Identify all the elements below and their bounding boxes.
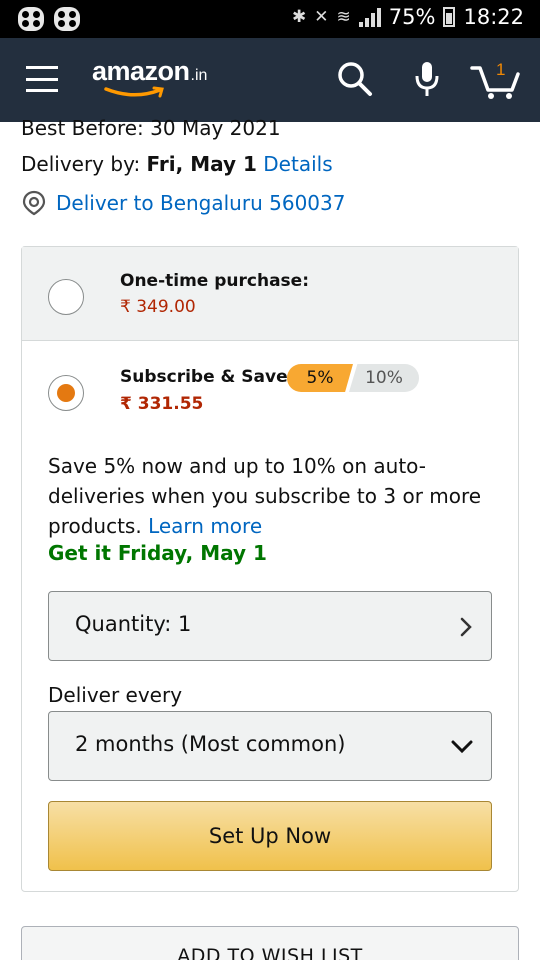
battery-percent: 75% — [388, 5, 436, 29]
subscribe-description: Save 5% now and up to 10% on auto-delive… — [48, 451, 498, 541]
battery-icon — [443, 7, 456, 27]
learn-more-link[interactable]: Learn more — [148, 514, 262, 538]
one-time-purchase-option[interactable]: One-time purchase: ₹ 349.00 — [22, 247, 518, 341]
subscribe-title: Subscribe & Save: — [120, 367, 295, 387]
discount-pill-10[interactable]: 10% — [349, 364, 419, 392]
one-time-title: One-time purchase: — [120, 271, 310, 291]
status-bar: ✱ ✕ ≋ 75% 18:22 — [0, 0, 540, 38]
delivery-date: Fri, May 1 — [146, 152, 257, 176]
bluetooth-icon: ✱ — [292, 7, 307, 27]
delivery-prefix: Delivery by: — [21, 152, 147, 176]
subscribe-description-text: Save 5% now and up to 10% on auto-delive… — [48, 454, 482, 538]
notification-app-icon — [18, 7, 44, 31]
wifi-icon: ≋ — [336, 7, 351, 27]
chevron-down-icon — [451, 740, 473, 754]
notification-app-icon-2 — [54, 7, 80, 31]
subscribe-price: ₹ 331.55 — [120, 394, 204, 414]
cart-count-badge: 1 — [496, 60, 506, 79]
frequency-value: 2 months (Most common) — [75, 732, 346, 756]
logo-smile-icon — [104, 86, 164, 98]
menu-icon[interactable] — [26, 66, 58, 92]
quantity-value: Quantity: 1 — [75, 612, 192, 636]
location-pin-icon — [22, 190, 46, 216]
details-link[interactable]: Details — [263, 152, 332, 176]
quantity-selector[interactable]: Quantity: 1 — [48, 591, 492, 661]
one-time-radio[interactable] — [48, 279, 84, 315]
logo-tld: .in — [190, 67, 208, 84]
delivery-line: Delivery by: Fri, May 1 Details — [21, 152, 333, 176]
search-icon[interactable] — [336, 60, 374, 98]
deliver-every-label: Deliver every — [48, 683, 183, 707]
set-up-now-button[interactable]: Set Up Now — [48, 801, 492, 871]
microphone-icon[interactable] — [414, 60, 440, 100]
subscribe-radio[interactable] — [48, 375, 84, 411]
deliver-to-link[interactable]: Deliver to Bengaluru 560037 — [56, 191, 345, 215]
chevron-right-icon — [460, 617, 472, 637]
clock: 18:22 — [463, 5, 524, 29]
deliver-to-row[interactable]: Deliver to Bengaluru 560037 — [22, 190, 345, 216]
mute-icon: ✕ — [314, 7, 329, 27]
purchase-options-card: One-time purchase: ₹ 349.00 Subscribe & … — [21, 246, 519, 892]
delivery-estimate: Get it Friday, May 1 — [48, 541, 267, 565]
add-to-wish-list-button[interactable]: ADD TO WISH LIST — [21, 926, 519, 960]
logo-word: amazon — [92, 56, 190, 86]
app-header: amazon.in 1 — [0, 38, 540, 122]
best-before-text: Best Before: 30 May 2021 — [21, 116, 281, 140]
amazon-logo[interactable]: amazon.in — [92, 56, 208, 98]
one-time-price: ₹ 349.00 — [120, 297, 196, 317]
signal-icon — [358, 7, 381, 27]
frequency-dropdown[interactable]: 2 months (Most common) — [48, 711, 492, 781]
discount-pill-5[interactable]: 5% — [287, 364, 353, 392]
